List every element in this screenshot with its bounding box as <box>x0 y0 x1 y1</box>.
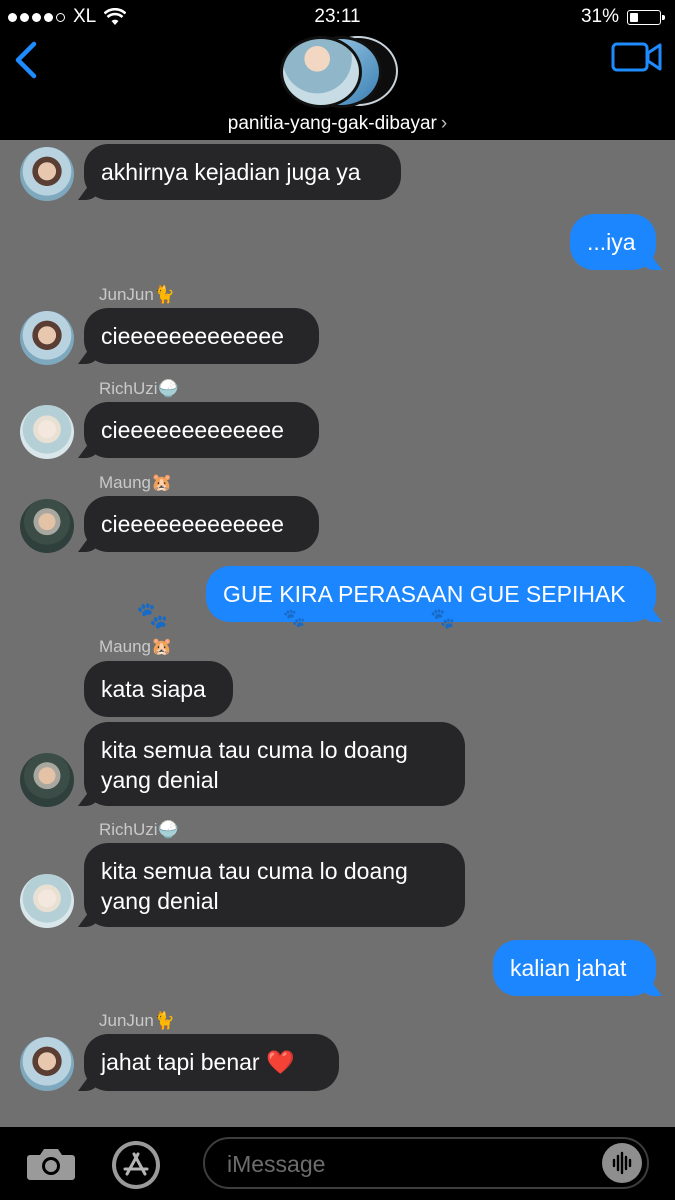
message-text: kita semua tau cuma lo doang yang denial <box>101 737 408 793</box>
message-text: ...iya <box>587 229 636 255</box>
message-text: kata siapa <box>101 676 206 702</box>
message-text: GUE KIRA PERASAAN GUE SEPIHAK <box>223 581 626 607</box>
status-left: XL <box>8 6 127 28</box>
app-store-a-icon <box>123 1152 149 1176</box>
battery-icon <box>627 9 665 25</box>
sender-name: JunJun🐈 <box>99 1011 175 1030</box>
message-bubble-incoming[interactable]: akhirnya kejadian juga ya <box>84 144 401 200</box>
back-chevron-icon[interactable] <box>10 40 46 80</box>
video-call-icon[interactable] <box>611 40 663 74</box>
avatar[interactable] <box>20 147 74 201</box>
group-name[interactable]: panitia-yang-gak-dibayar › <box>0 113 675 135</box>
message-bubble-incoming[interactable]: kita semua tau cuma lo doang yang denial <box>84 843 465 927</box>
message-bubble-incoming[interactable]: cieeeeeeeeeeeee <box>84 402 319 458</box>
group-avatar-1 <box>280 36 362 108</box>
paw-prints-icon: 🐾 <box>430 608 455 630</box>
sender-name: RichUzi🍚 <box>99 820 179 839</box>
sender-name: Maung🐹 <box>99 637 173 656</box>
signal-icon <box>8 12 65 22</box>
message-bubble-incoming[interactable]: cieeeeeeeeeeeee <box>84 496 319 552</box>
waveform-icon <box>612 1151 632 1175</box>
message-bubble-incoming[interactable]: kata siapa <box>84 661 233 717</box>
sender-name: Maung🐹 <box>99 473 173 492</box>
message-bubble-incoming[interactable]: jahat tapi benar ❤️ <box>84 1034 339 1091</box>
app-store-icon[interactable] <box>112 1141 160 1189</box>
avatar[interactable] <box>20 1037 74 1091</box>
chat-screen: XL 23:11 31% panitia-yang-gak-dibayar› <box>0 0 675 1200</box>
message-text: cieeeeeeeeeeeee <box>101 511 284 537</box>
message-text: jahat tapi benar ❤️ <box>101 1049 295 1075</box>
composer-bar <box>0 1127 675 1200</box>
message-bubble-incoming[interactable]: kita semua tau cuma lo doang yang denial <box>84 722 465 806</box>
sender-name: RichUzi🍚 <box>99 379 179 398</box>
message-bubble-outgoing[interactable]: ...iya <box>570 214 656 270</box>
message-text: kita semua tau cuma lo doang yang denial <box>101 858 408 914</box>
message-text: cieeeeeeeeeeeee <box>101 417 284 443</box>
paw-prints-icon: 🐾 <box>283 608 306 628</box>
chat-header: XL 23:11 31% panitia-yang-gak-dibayar › <box>0 0 675 140</box>
sender-name: JunJun🐈 <box>99 285 175 304</box>
avatar[interactable] <box>20 874 74 928</box>
message-input[interactable] <box>225 1145 589 1183</box>
battery-percent: 31% <box>580 6 619 27</box>
message-bubble-outgoing[interactable]: kalian jahat <box>493 940 656 996</box>
carrier-label: XL <box>73 6 97 27</box>
status-right: 31% <box>580 6 665 28</box>
message-text: akhirnya kejadian juga ya <box>101 159 361 185</box>
avatar[interactable] <box>20 405 74 459</box>
avatar[interactable] <box>20 499 74 553</box>
avatar[interactable] <box>20 311 74 365</box>
message-text: cieeeeeeeeeeeee <box>101 323 284 349</box>
group-name-label: panitia-yang-gak-dibayar <box>227 113 437 134</box>
avatar[interactable] <box>20 753 74 807</box>
camera-icon[interactable] <box>26 1147 76 1181</box>
message-bubble-incoming[interactable]: cieeeeeeeeeeeee <box>84 308 319 364</box>
audio-record-button[interactable] <box>602 1143 642 1183</box>
paw-prints-icon: 🐾 <box>136 600 169 630</box>
chevron-right-icon: › <box>440 113 448 134</box>
wifi-icon <box>104 8 127 25</box>
message-text: kalian jahat <box>510 955 627 981</box>
imessage-field[interactable] <box>203 1137 649 1189</box>
